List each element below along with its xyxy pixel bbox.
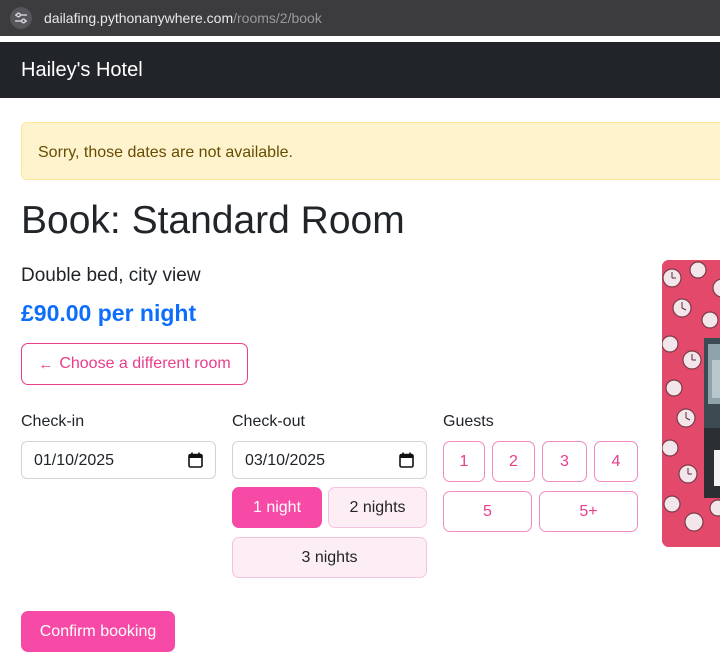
checkout-label: Check-out [232, 413, 305, 430]
nights-option-3[interactable]: 3 nights [232, 537, 427, 578]
room-description: Double bed, city view [21, 265, 201, 286]
navbar-brand[interactable]: Hailey's Hotel [21, 57, 143, 83]
calendar-icon[interactable] [399, 452, 414, 473]
back-button-label: Choose a different room [59, 355, 231, 372]
site-info-tune-icon[interactable] [10, 7, 32, 29]
calendar-icon[interactable] [188, 452, 203, 473]
choose-different-room-button[interactable]: ← Choose a different room [21, 343, 248, 385]
guests-option-5[interactable]: 5 [443, 491, 532, 532]
nights-option-2[interactable]: 2 nights [328, 487, 427, 528]
url-path: /rooms/2/book [233, 10, 322, 26]
guests-option-2[interactable]: 2 [492, 441, 535, 482]
room-photo [662, 260, 720, 547]
guests-option-4[interactable]: 4 [594, 441, 638, 482]
arrow-left-icon: ← [38, 355, 54, 373]
guests-option-5-plus[interactable]: 5+ [539, 491, 638, 532]
availability-alert: Sorry, those dates are not available. [21, 122, 720, 180]
nights-option-1[interactable]: 1 night [232, 487, 322, 528]
room-price: £90.00 per night [21, 300, 197, 326]
guests-label: Guests [443, 413, 494, 430]
checkin-label: Check-in [21, 413, 85, 430]
page-title: Book: Standard Room [21, 199, 405, 242]
url-host: dailafing.pythonanywhere.com [44, 10, 234, 26]
guests-option-3[interactable]: 3 [542, 441, 587, 482]
navbar: Hailey's Hotel [0, 42, 720, 98]
browser-address-bar: dailafing.pythonanywhere.com/rooms/2/boo… [0, 0, 720, 36]
checkin-date-value: 01/10/2025 [34, 452, 115, 469]
alert-message: Sorry, those dates are not available. [38, 144, 293, 161]
confirm-booking-button[interactable]: Confirm booking [21, 611, 175, 652]
url-text[interactable]: dailafing.pythonanywhere.com/rooms/2/boo… [44, 9, 322, 27]
address-field[interactable]: dailafing.pythonanywhere.com/rooms/2/boo… [0, 0, 720, 36]
checkout-date-input[interactable]: 03/10/2025 [232, 441, 427, 479]
checkout-date-value: 03/10/2025 [245, 452, 326, 469]
checkin-date-input[interactable]: 01/10/2025 [21, 441, 216, 479]
guests-option-1[interactable]: 1 [443, 441, 485, 482]
